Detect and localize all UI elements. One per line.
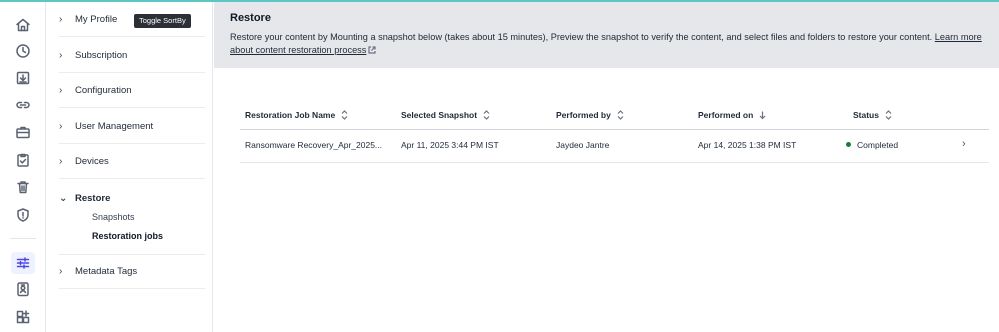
sidebar-item-label: Restore [75, 192, 111, 204]
link-icon[interactable] [14, 96, 32, 114]
sidebar-item-devices[interactable]: › Devices [59, 145, 205, 179]
sidebar-item-label: Metadata Tags [75, 266, 138, 277]
download-box-icon[interactable] [14, 69, 32, 87]
sidebar-subitem-snapshots[interactable]: Snapshots [92, 212, 135, 222]
sliders-icon[interactable] [11, 252, 35, 274]
sidebar-item-restore[interactable]: ⌄ Restore [59, 181, 205, 215]
toggle-sortby-tooltip: Toggle SortBy [134, 14, 191, 28]
sort-descending-icon[interactable] [759, 110, 766, 120]
sidebar-item-user-management[interactable]: › User Management [59, 110, 205, 144]
chevron-down-icon: ⌄ [59, 192, 68, 204]
chevron-right-icon: › [59, 14, 63, 25]
column-header-label: Restoration Job Name [245, 110, 336, 120]
apps-add-icon[interactable] [14, 308, 32, 326]
icon-rail [0, 2, 46, 332]
external-link-icon [368, 45, 376, 54]
sort-both-icon[interactable] [341, 110, 348, 120]
column-header-performed-on[interactable]: Performed on [698, 110, 766, 120]
sort-both-icon[interactable] [483, 110, 490, 120]
chevron-right-icon: › [59, 50, 63, 61]
settings-sidebar: › My Profile › Subscription › Configurat… [47, 2, 213, 332]
sidebar-item-configuration[interactable]: › Configuration [59, 74, 205, 108]
briefcase-icon[interactable] [14, 123, 32, 141]
sidebar-item-label: Configuration [75, 85, 132, 96]
sidebar-subitem-restoration-jobs[interactable]: Restoration jobs [92, 231, 163, 241]
chevron-right-icon: › [59, 156, 63, 167]
column-header-selected-snapshot[interactable]: Selected Snapshot [401, 110, 490, 120]
column-header-label: Performed by [556, 110, 611, 120]
shield-alert-icon[interactable] [14, 206, 32, 224]
chevron-right-icon: › [59, 266, 63, 277]
cell-performed-on: Apr 14, 2025 1:38 PM IST [698, 140, 797, 150]
rail-divider [10, 238, 36, 239]
column-header-label: Selected Snapshot [401, 110, 478, 120]
column-header-label: Status [853, 110, 879, 120]
sidebar-item-label: My Profile [75, 14, 118, 25]
sidebar-item-subscription[interactable]: › Subscription [59, 39, 205, 73]
status-dot [846, 142, 851, 147]
restore-info-banner: Restore Restore your content by Mounting… [214, 2, 999, 68]
sidebar-item-label: User Management [75, 121, 154, 132]
home-icon[interactable] [14, 16, 32, 34]
chevron-right-icon: › [59, 85, 63, 96]
column-header-status[interactable]: Status [853, 110, 892, 120]
sort-both-icon[interactable] [617, 110, 624, 120]
column-header-label: Performed on [698, 110, 754, 120]
sort-both-icon[interactable] [885, 110, 892, 120]
sidebar-item-metadata-tags[interactable]: › Metadata Tags [59, 255, 205, 289]
banner-description-text: Restore your content by Mounting a snaps… [230, 32, 933, 42]
sidebar-item-label: Subscription [75, 50, 128, 61]
clock-icon[interactable] [14, 42, 32, 60]
cell-job-name: Ransomware Recovery_Apr_2025... [245, 140, 383, 150]
status-label: Completed [857, 140, 899, 150]
column-header-performed-by[interactable]: Performed by [556, 110, 624, 120]
banner-description: Restore your content by Mounting a snaps… [230, 31, 985, 57]
column-header-job-name[interactable]: Restoration Job Name [245, 110, 348, 120]
restoration-jobs-table: Restoration Job Name Selected Snapshot P… [240, 101, 989, 163]
cell-performed-by: Jaydeo Jantre [556, 140, 610, 150]
page-title: Restore [230, 12, 271, 24]
cell-status: Completed [846, 140, 898, 150]
id-badge-icon[interactable] [14, 280, 32, 298]
clipboard-check-icon[interactable] [14, 151, 32, 169]
sidebar-item-label: Devices [75, 156, 109, 167]
row-expand-chevron-icon[interactable]: › [962, 138, 966, 150]
chevron-right-icon: › [59, 121, 63, 132]
cell-selected-snapshot: Apr 11, 2025 3:44 PM IST [401, 140, 499, 150]
table-header-row: Restoration Job Name Selected Snapshot P… [240, 101, 989, 130]
trash-icon[interactable] [14, 178, 32, 196]
table-row[interactable]: Ransomware Recovery_Apr_2025... Apr 11, … [240, 130, 989, 163]
